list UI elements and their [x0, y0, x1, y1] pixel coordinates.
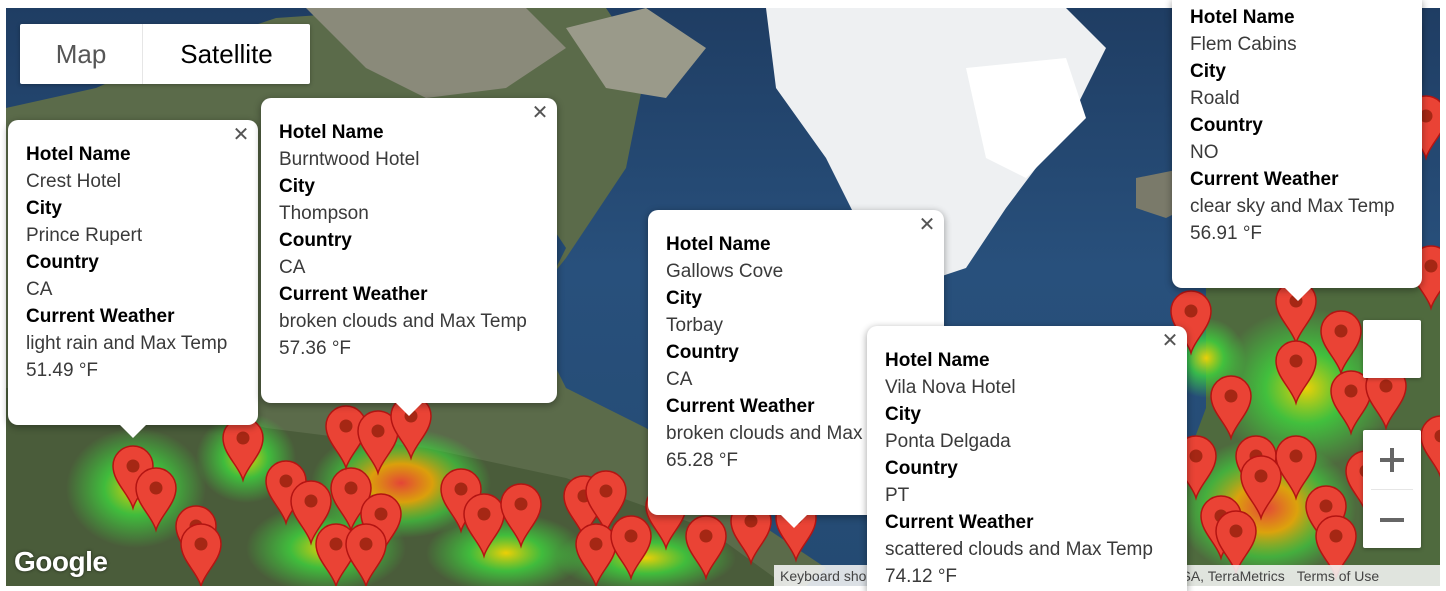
map-type-map-button[interactable]: Map — [20, 24, 143, 84]
info-window: ✕ Hotel Name Vila Nova Hotel City Ponta … — [867, 326, 1187, 591]
map-marker-icon[interactable] — [345, 523, 387, 586]
city-label: City — [1190, 61, 1226, 82]
map-marker-icon[interactable] — [1330, 370, 1372, 436]
weather-value: clear sky and Max Temp — [1190, 196, 1395, 217]
weather-label: Current Weather — [26, 306, 175, 327]
plus-icon — [1380, 447, 1404, 472]
google-logo: Google — [14, 546, 108, 577]
weather-value: broken clouds and Max Temp — [279, 311, 527, 332]
map-type-satellite-button[interactable]: Satellite — [143, 24, 310, 84]
close-icon[interactable]: ✕ — [918, 215, 936, 235]
map-marker-icon[interactable] — [575, 523, 617, 586]
country-value: CA — [279, 257, 306, 278]
terms-of-use-link[interactable]: Terms of Use — [1291, 568, 1385, 584]
map-marker-icon[interactable] — [1240, 455, 1282, 521]
country-value: NO — [1190, 142, 1219, 163]
city-label: City — [26, 198, 62, 219]
zoom-in-button[interactable] — [1363, 430, 1421, 489]
country-label: Country — [279, 230, 352, 251]
weather-value: light rain and Max Temp — [26, 333, 228, 354]
hotel-name-label: Hotel Name — [1190, 7, 1295, 28]
map-marker-icon[interactable] — [1275, 340, 1317, 406]
temp-value: 56.91 °F — [1190, 223, 1263, 244]
info-window-tail — [119, 424, 147, 438]
close-icon[interactable]: ✕ — [232, 125, 250, 145]
hotel-name-label: Hotel Name — [666, 234, 771, 255]
country-label: Country — [885, 458, 958, 479]
zoom-control — [1363, 430, 1421, 548]
weather-label: Current Weather — [1190, 169, 1339, 190]
city-label: City — [279, 176, 315, 197]
temp-value: 57.36 °F — [279, 338, 352, 359]
info-window: Hotel Name Flem Cabins City Roald Countr… — [1172, 0, 1422, 288]
country-label: Country — [26, 252, 99, 273]
hotel-name-value: Vila Nova Hotel — [885, 377, 1016, 398]
weather-label: Current Weather — [885, 512, 1034, 533]
hotel-name-value: Crest Hotel — [26, 171, 122, 192]
map-marker-icon[interactable] — [500, 483, 542, 549]
temp-value: 74.12 °F — [885, 566, 958, 587]
info-window: ✕ Hotel Name Crest Hotel City Prince Rup… — [8, 120, 258, 425]
country-label: Country — [1190, 115, 1263, 136]
city-value: Ponta Delgada — [885, 431, 1011, 452]
close-icon[interactable]: ✕ — [531, 103, 549, 123]
map-marker-icon[interactable] — [1420, 415, 1440, 478]
city-label: City — [885, 404, 921, 425]
weather-label: Current Weather — [279, 284, 428, 305]
map-marker-icon[interactable] — [1215, 510, 1257, 576]
map-marker-icon[interactable] — [685, 515, 727, 581]
temp-value: 51.49 °F — [26, 360, 99, 381]
zoom-out-button[interactable] — [1363, 490, 1421, 549]
map-marker-icon[interactable] — [222, 417, 264, 483]
map-marker-icon[interactable] — [1210, 375, 1252, 441]
map-marker-icon[interactable] — [463, 493, 505, 559]
info-window-tail — [780, 514, 808, 528]
hotel-name-label: Hotel Name — [885, 350, 990, 371]
close-icon[interactable]: ✕ — [1161, 331, 1179, 351]
map-marker-icon[interactable] — [135, 467, 177, 533]
street-view-pegman-button[interactable] — [1363, 320, 1421, 378]
minus-icon — [1380, 517, 1404, 522]
hotel-name-value: Burntwood Hotel — [279, 149, 420, 170]
country-value: PT — [885, 485, 910, 506]
city-value: Roald — [1190, 88, 1240, 109]
map-marker-icon[interactable] — [1275, 435, 1317, 501]
hotel-name-label: Hotel Name — [26, 144, 131, 165]
map-marker-icon[interactable] — [1320, 310, 1362, 376]
city-value: Thompson — [279, 203, 369, 224]
hotel-name-label: Hotel Name — [279, 122, 384, 143]
country-value: CA — [26, 279, 53, 300]
map-type-control: Map Satellite — [20, 24, 310, 84]
info-window-tail — [395, 402, 423, 416]
city-label: City — [666, 288, 702, 309]
hotel-name-value: Flem Cabins — [1190, 34, 1297, 55]
weather-value: scattered clouds and Max Temp — [885, 539, 1153, 560]
info-window: ✕ Hotel Name Burntwood Hotel City Thomps… — [261, 98, 557, 403]
map-marker-icon[interactable] — [610, 515, 652, 581]
map-marker-icon[interactable] — [180, 523, 222, 586]
info-window-tail — [1284, 287, 1312, 301]
hotel-name-value: Gallows Cove — [666, 261, 784, 282]
city-value: Prince Rupert — [26, 225, 143, 246]
